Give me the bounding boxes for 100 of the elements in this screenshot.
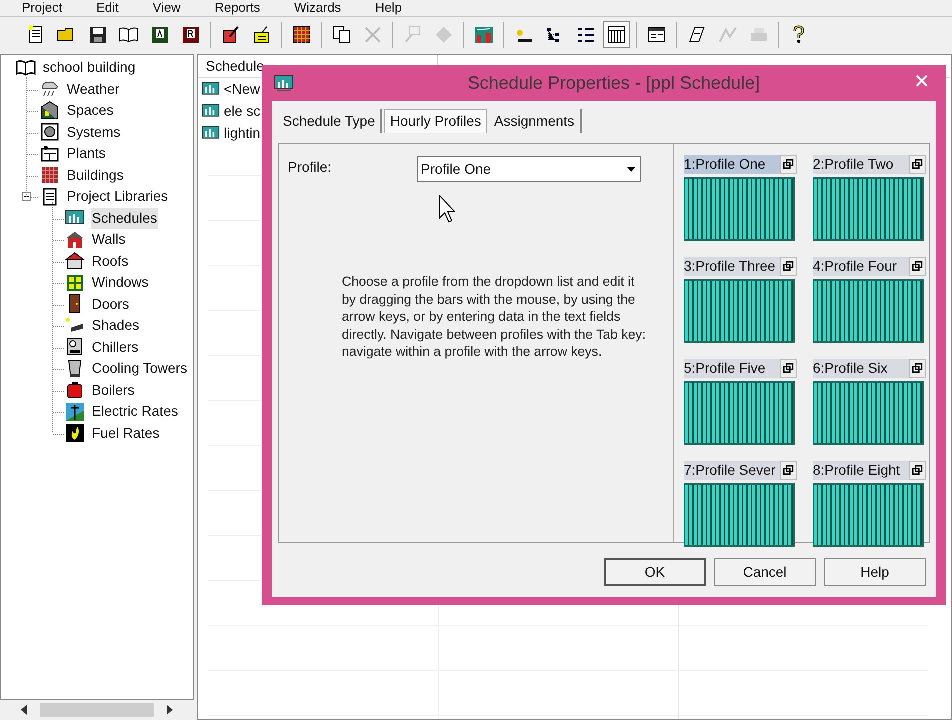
profile-title[interactable]: 2:Profile Two <box>813 155 909 174</box>
minus-icon <box>24 196 29 197</box>
restore-button[interactable] <box>909 155 926 174</box>
menu-item[interactable]: Help <box>375 0 402 15</box>
tree-item[interactable]: Buildings <box>66 164 125 186</box>
tree-item[interactable]: Roofs <box>91 250 130 272</box>
profile-bar-graph[interactable] <box>813 177 924 241</box>
restore-icon <box>783 261 794 272</box>
dialog-button[interactable]: Help <box>824 558 926 586</box>
instructions-text: Choose a profile from the dropdown list and edit it by dragging the bars with the mouse, by using the arrow keys, or by entering data in the text fields directly. Navigate between profiles with the Tab key: navigate within a profile with the arrow keys. <box>342 273 648 360</box>
menu-item[interactable]: Project <box>22 0 62 15</box>
profile-bar-graph[interactable] <box>813 483 924 547</box>
tree-item[interactable]: Spaces <box>66 100 115 122</box>
tree-item[interactable]: Walls <box>91 229 127 250</box>
window-icon <box>64 272 86 293</box>
tree-item[interactable]: Project Libraries <box>66 186 170 208</box>
tree-item[interactable]: Boilers <box>91 380 136 401</box>
tree-item[interactable]: school building <box>42 57 137 78</box>
profile-bar-graph[interactable] <box>684 279 795 343</box>
machine-icon <box>39 144 61 164</box>
bar-chart-icon <box>274 74 294 92</box>
profile-dropdown[interactable]: Profile One <box>417 156 641 182</box>
list-item[interactable]: lightin <box>224 122 261 144</box>
table-icon <box>606 24 626 44</box>
pen-icon <box>686 24 706 44</box>
book-icon <box>15 58 37 78</box>
profile-label: Profile: <box>288 158 332 177</box>
profile-title[interactable]: 4:Profile Four <box>813 257 909 276</box>
tree-item[interactable]: Electric Rates <box>91 401 180 422</box>
restore-button[interactable] <box>909 257 926 276</box>
profile-title[interactable]: 6:Profile Six <box>813 359 909 378</box>
restore-button[interactable] <box>909 359 926 378</box>
tree-item[interactable]: Chillers <box>91 336 140 358</box>
restore-button[interactable] <box>780 155 797 174</box>
menu-item[interactable]: View <box>152 0 181 15</box>
right-arrow-icon <box>166 705 174 715</box>
edit-document-icon <box>220 24 240 44</box>
scrollbar-thumb[interactable] <box>40 703 154 717</box>
restore-icon <box>912 261 923 272</box>
tree-item[interactable]: Schedules <box>91 208 158 229</box>
tree-item[interactable]: Shades <box>91 315 140 336</box>
restore-icon <box>912 363 923 374</box>
note-icon <box>252 24 272 44</box>
restore-button[interactable] <box>909 461 926 480</box>
close-icon <box>916 75 928 87</box>
menu-item[interactable]: Wizards <box>294 0 342 15</box>
tab[interactable]: Schedule Type <box>278 109 382 133</box>
dialog-button[interactable]: OK <box>604 558 706 586</box>
tree-item[interactable]: Doors <box>91 294 130 315</box>
restore-button[interactable] <box>780 359 797 378</box>
profile-bar-graph[interactable] <box>684 177 795 241</box>
colored-chart-icon <box>474 24 494 44</box>
bar-chart-icon <box>200 124 222 142</box>
flame-icon <box>64 423 86 444</box>
profile-title[interactable]: 1:Profile One <box>684 155 780 174</box>
menu-item[interactable]: Edit <box>96 0 119 15</box>
list-item[interactable]: <New <box>224 78 260 100</box>
tree-item[interactable]: Fuel Rates <box>91 422 161 444</box>
restore-icon <box>912 159 923 170</box>
mouse-cursor-icon <box>439 195 456 223</box>
chart-icon <box>718 24 738 44</box>
restore-icon <box>912 465 923 476</box>
bar-chart-icon <box>200 80 222 98</box>
house-icon <box>39 100 61 121</box>
roof-icon <box>64 251 86 272</box>
profile-bar-graph[interactable] <box>813 279 924 343</box>
collapse-toggle[interactable] <box>22 192 31 201</box>
tree-item[interactable]: Systems <box>66 122 122 143</box>
tree-item[interactable]: Weather <box>66 78 121 100</box>
restore-icon <box>783 465 794 476</box>
restore-button[interactable] <box>780 461 797 480</box>
toolbar-button[interactable] <box>603 21 630 48</box>
tab[interactable]: Assignments <box>489 109 582 133</box>
tab[interactable]: Hourly Profiles <box>384 109 488 133</box>
profile-title[interactable]: 7:Profile Sever <box>684 461 780 480</box>
window-icon <box>646 24 666 44</box>
tree-item[interactable]: Plants <box>66 143 107 164</box>
new-document-icon <box>26 24 46 44</box>
menu-item[interactable]: Reports <box>214 0 260 15</box>
copy-icon <box>332 24 352 44</box>
tree-item[interactable]: Cooling Towers <box>91 358 188 380</box>
profile-title[interactable]: 3:Profile Three <box>684 257 780 276</box>
profile-bar-graph[interactable] <box>684 381 795 445</box>
profile-title[interactable]: 8:Profile Eight <box>813 461 909 480</box>
dialog-button[interactable]: Cancel <box>714 558 816 586</box>
left-arrow-icon <box>20 705 28 715</box>
dialog-title: Schedule Properties - [ppl Schedule] <box>466 72 760 95</box>
tree-item[interactable]: Windows <box>91 272 150 294</box>
bar-chart-icon <box>200 102 222 120</box>
cross-icon <box>362 24 382 44</box>
list-item[interactable]: ele sc <box>224 100 261 122</box>
book-icon <box>118 24 138 44</box>
diamond-icon <box>434 24 454 44</box>
restore-icon <box>783 159 794 170</box>
profile-bar-graph[interactable] <box>813 381 924 445</box>
profile-bar-graph[interactable] <box>684 483 795 547</box>
restore-icon <box>783 363 794 374</box>
restore-button[interactable] <box>780 257 797 276</box>
brick-building-icon <box>39 165 61 186</box>
profile-title[interactable]: 5:Profile Five <box>684 359 780 378</box>
